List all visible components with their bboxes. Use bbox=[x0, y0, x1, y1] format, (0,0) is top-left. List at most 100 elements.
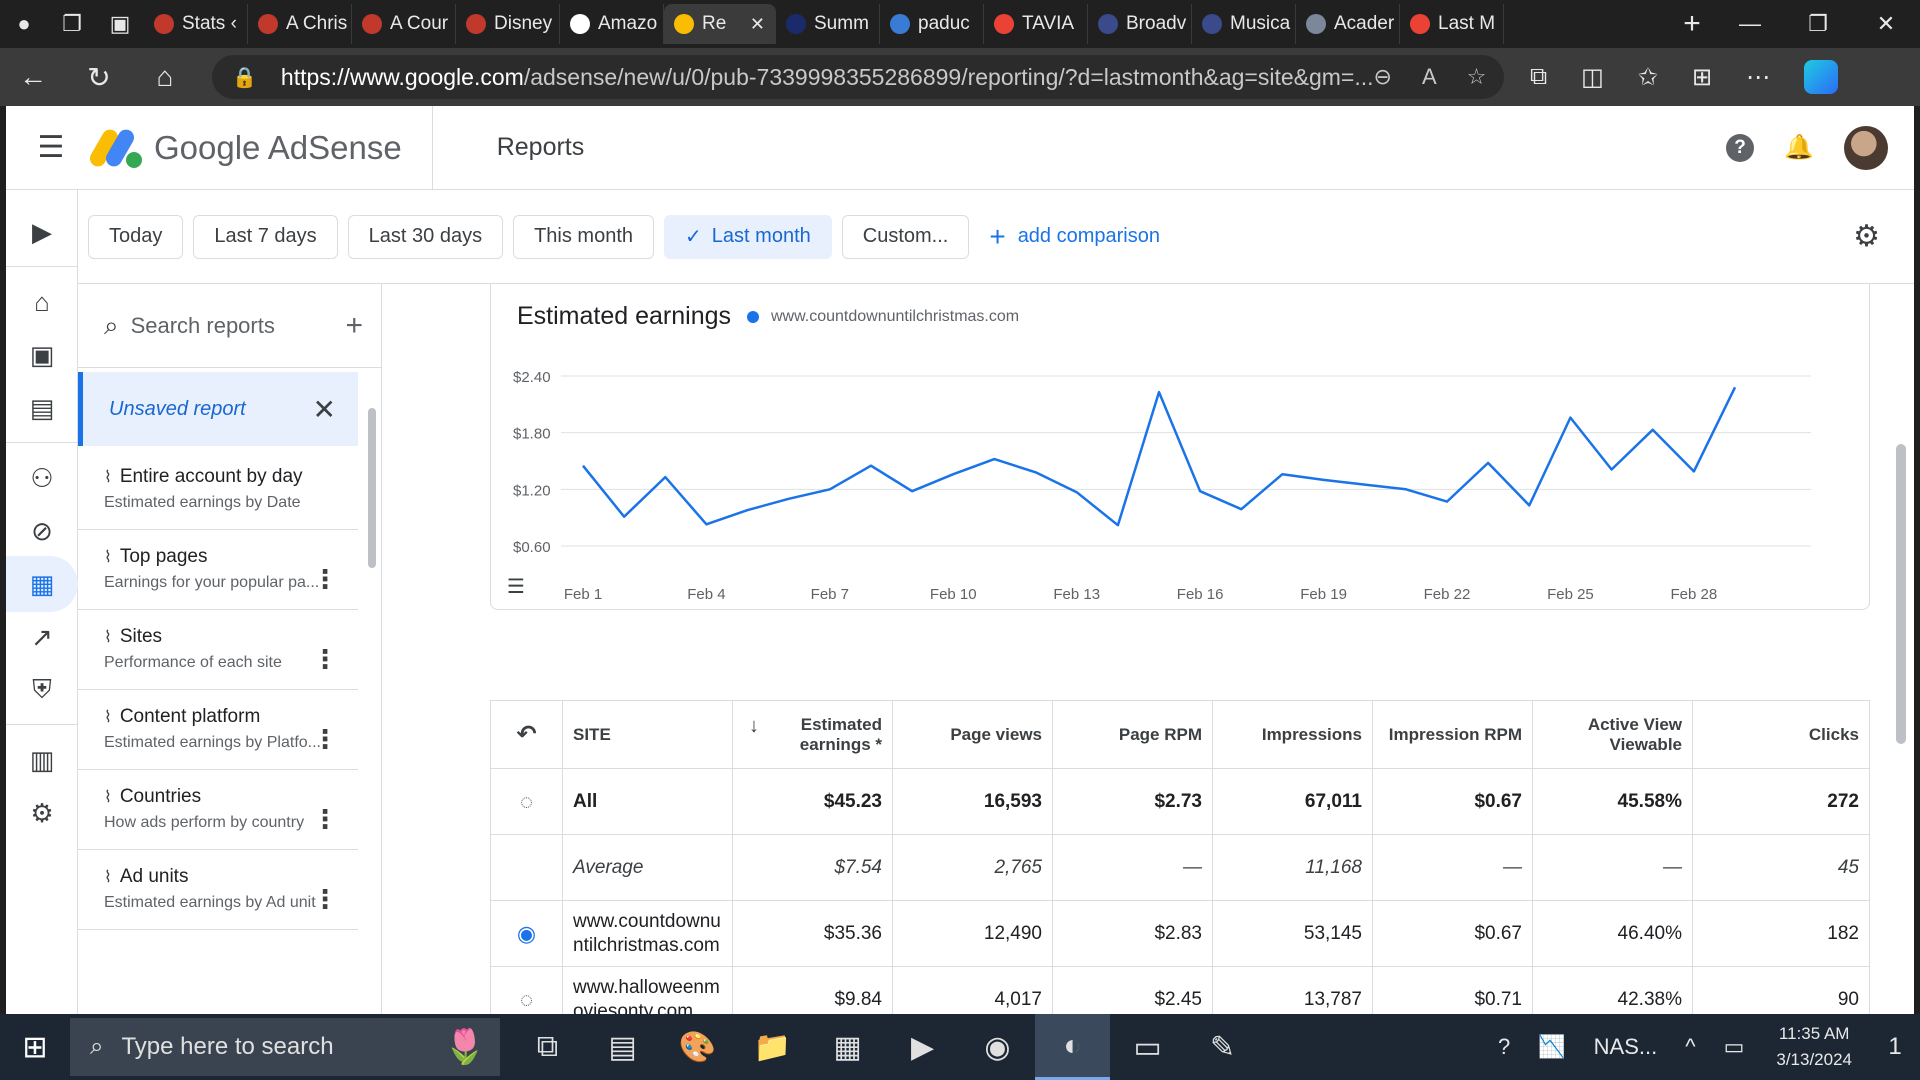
date-chip[interactable]: ✓ Last month bbox=[664, 214, 832, 259]
report-list-item[interactable]: ⌇ Content platform Estimated earnings by P… bbox=[78, 690, 358, 770]
data-point[interactable] bbox=[827, 486, 833, 492]
chevron-up-icon[interactable]: ^ bbox=[1685, 1034, 1695, 1060]
sites-icon[interactable]: ▤ bbox=[6, 380, 78, 436]
calculator-icon[interactable]: ▦ bbox=[810, 1014, 885, 1080]
data-point[interactable] bbox=[909, 488, 915, 494]
read-aloud-icon[interactable]: A bbox=[1422, 64, 1437, 90]
data-point[interactable] bbox=[868, 463, 874, 469]
data-point[interactable] bbox=[786, 496, 792, 502]
add-comparison-button[interactable]: + add comparison bbox=[989, 221, 1160, 253]
report-list-item[interactable]: ⌇ Ad units Estimated earnings by Ad unit ⋮ bbox=[78, 850, 358, 930]
windows-start-icon[interactable]: ⊞ bbox=[0, 1030, 70, 1065]
collections-icon[interactable]: ⊞ bbox=[1692, 63, 1712, 92]
browser-tab[interactable]: Last M bbox=[1400, 4, 1504, 44]
browser-tab[interactable]: A Chris bbox=[248, 4, 352, 44]
chart-legend[interactable]: www.countdownuntilchristmas.com bbox=[747, 308, 1019, 326]
data-point[interactable] bbox=[1321, 477, 1327, 483]
data-point[interactable] bbox=[1732, 384, 1738, 390]
visibility-off-icon[interactable]: ◌ bbox=[490, 768, 563, 835]
workspaces-icon[interactable]: ❐ bbox=[48, 0, 96, 48]
data-point[interactable] bbox=[1403, 486, 1409, 492]
browser-tab[interactable]: A Cour bbox=[352, 4, 456, 44]
report-list-item[interactable]: ⌇ Sites Performance of each site ⋮ bbox=[78, 610, 358, 690]
more-vert-icon[interactable]: ⋮ bbox=[312, 804, 338, 835]
account-settings-icon[interactable]: ⚙ bbox=[6, 785, 78, 841]
reports-icon[interactable]: ▦ bbox=[6, 556, 78, 612]
date-chip[interactable]: Today bbox=[88, 214, 184, 259]
data-point[interactable] bbox=[1156, 389, 1162, 395]
sort-descending-icon[interactable]: ↓ bbox=[749, 715, 759, 738]
minimize-button[interactable]: — bbox=[1716, 0, 1784, 48]
browser-tab[interactable]: Amazo bbox=[560, 4, 664, 44]
more-menu-icon[interactable]: ⋯ bbox=[1746, 63, 1770, 92]
taskbar-search-box[interactable]: ⌕ Type here to search 🌷 bbox=[70, 1018, 500, 1076]
favorites-icon[interactable]: ✩ bbox=[1638, 63, 1658, 92]
stock-chart-icon[interactable]: 📉 bbox=[1538, 1034, 1565, 1060]
copilot-icon[interactable] bbox=[1804, 60, 1839, 94]
column-header-page-rpm[interactable]: Page RPM bbox=[1052, 700, 1213, 769]
series-line[interactable] bbox=[582, 386, 1737, 527]
panel-scrollbar[interactable] bbox=[367, 384, 377, 584]
data-point[interactable] bbox=[1115, 522, 1121, 528]
chrome-icon[interactable]: ◉ bbox=[960, 1014, 1035, 1080]
notes-app-icon[interactable]: ▤ bbox=[585, 1014, 660, 1080]
browser-tab[interactable]: Re ✕ bbox=[664, 4, 776, 44]
data-point[interactable] bbox=[1609, 467, 1615, 473]
data-point[interactable] bbox=[1362, 482, 1368, 488]
tab-actions-icon[interactable]: ▣ bbox=[96, 0, 144, 48]
file-explorer-icon[interactable]: 📁 bbox=[735, 1014, 810, 1080]
address-bar[interactable]: 🔒 https://www.google.com /adsense/new/u/… bbox=[212, 55, 1504, 99]
new-tab-button[interactable]: + bbox=[1668, 7, 1716, 41]
data-point[interactable] bbox=[1485, 460, 1491, 466]
page-scrollbar[interactable] bbox=[1894, 284, 1908, 1014]
column-header-site[interactable]: SITE bbox=[562, 700, 733, 769]
data-point[interactable] bbox=[1650, 427, 1656, 433]
youtube-icon[interactable]: ▶ bbox=[6, 204, 78, 260]
policy-center-icon[interactable]: ⛨ bbox=[6, 662, 78, 718]
date-chip[interactable]: This month bbox=[513, 214, 655, 259]
paint-app-icon[interactable]: 🎨 bbox=[660, 1014, 735, 1080]
data-point[interactable] bbox=[1197, 488, 1203, 494]
browser-tab[interactable]: Stats ‹ bbox=[144, 4, 248, 44]
browser-tab[interactable]: paduc bbox=[880, 4, 984, 44]
data-point[interactable] bbox=[1691, 468, 1697, 474]
chart-menu-icon[interactable]: ☰ bbox=[507, 574, 525, 599]
browser-tab[interactable]: Musica bbox=[1192, 4, 1296, 44]
privacy-messaging-icon[interactable]: ⚇ bbox=[6, 450, 78, 506]
zoom-icon[interactable]: ⊖ bbox=[1374, 64, 1392, 90]
home-button[interactable]: ⌂ bbox=[132, 48, 198, 106]
data-point[interactable] bbox=[1074, 489, 1080, 495]
visibility-eye-icon[interactable]: ◉ bbox=[490, 900, 563, 967]
browser-tab[interactable]: Broadv bbox=[1088, 4, 1192, 44]
new-report-plus-icon[interactable]: + bbox=[345, 309, 363, 343]
data-point[interactable] bbox=[745, 507, 751, 513]
undo-icon[interactable]: ↶ bbox=[490, 700, 563, 769]
prime-video-icon[interactable]: ▭ bbox=[1110, 1014, 1185, 1080]
visibility-off-icon[interactable]: ◌ bbox=[490, 966, 563, 1014]
tray-app-label[interactable]: NAS... bbox=[1594, 1034, 1658, 1060]
data-point[interactable] bbox=[1279, 471, 1285, 477]
column-header-estimated-earnings[interactable]: ↓ Estimated earnings * bbox=[732, 700, 893, 769]
favorite-star-icon[interactable]: ☆ bbox=[1467, 64, 1487, 90]
help-tray-icon[interactable]: ? bbox=[1498, 1034, 1510, 1060]
restore-button[interactable]: ❐ bbox=[1784, 0, 1852, 48]
data-point[interactable] bbox=[1238, 506, 1244, 512]
data-point[interactable] bbox=[580, 463, 586, 469]
blocking-controls-icon[interactable]: ⊘ bbox=[6, 503, 78, 559]
data-point[interactable] bbox=[1444, 499, 1450, 505]
column-header-page-views[interactable]: Page views bbox=[892, 700, 1053, 769]
close-window-button[interactable]: ✕ bbox=[1852, 0, 1920, 48]
adsense-logo[interactable]: Google AdSense bbox=[87, 106, 433, 190]
data-point[interactable] bbox=[1526, 502, 1532, 508]
browser-tab[interactable]: Acader bbox=[1296, 4, 1400, 44]
data-point[interactable] bbox=[950, 471, 956, 477]
column-header-impression-rpm[interactable]: Impression RPM bbox=[1372, 700, 1533, 769]
column-header-active-view-viewable[interactable]: Active View Viewable bbox=[1532, 700, 1693, 769]
report-list-item[interactable]: ⌇ Countries How ads perform by country ⋮ bbox=[78, 770, 358, 850]
back-button[interactable]: ← bbox=[0, 48, 66, 106]
optimization-icon[interactable]: ↗ bbox=[6, 609, 78, 665]
unsaved-report-item[interactable]: Unsaved report ✕ bbox=[78, 372, 358, 446]
browser-tab[interactable]: Summ bbox=[776, 4, 880, 44]
close-icon[interactable]: ✕ bbox=[313, 393, 336, 426]
home-icon[interactable]: ⌂ bbox=[6, 274, 78, 330]
